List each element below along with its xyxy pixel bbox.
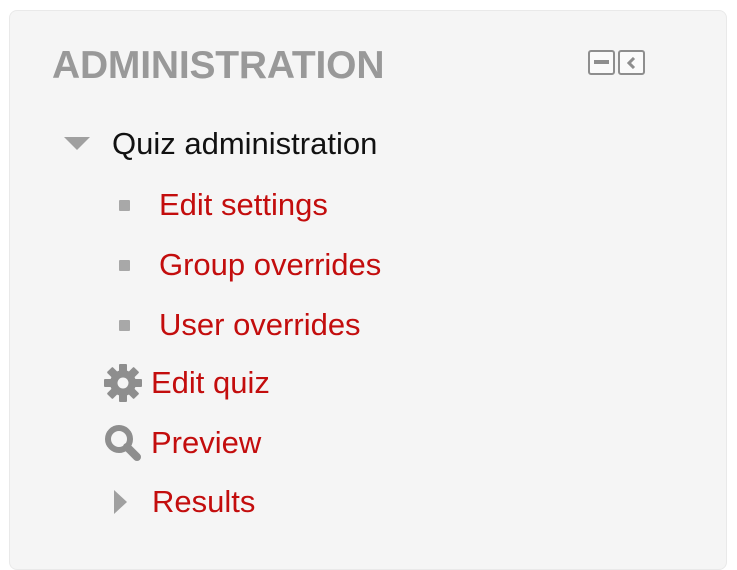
results-link[interactable]: Results (152, 478, 255, 526)
dock-block-button[interactable] (618, 50, 645, 75)
user-overrides-link[interactable]: User overrides (159, 301, 361, 349)
group-overrides-link[interactable]: Group overrides (159, 241, 381, 289)
edit-quiz-link[interactable]: Edit quiz (151, 359, 270, 407)
tree-node-quiz-administration[interactable]: Quiz administration (64, 120, 377, 168)
tree-item-edit-quiz[interactable]: Edit quiz (103, 359, 270, 407)
tree-item-group-overrides[interactable]: Group overrides (119, 241, 381, 289)
preview-link[interactable]: Preview (151, 419, 261, 467)
block-controls (588, 50, 645, 75)
caret-down-icon (64, 137, 90, 150)
tree-item-user-overrides[interactable]: User overrides (119, 301, 361, 349)
chevron-left-icon (626, 56, 635, 69)
caret-right-icon (114, 490, 127, 514)
bullet-icon (119, 199, 130, 211)
collapse-block-button[interactable] (588, 50, 615, 75)
bullet-icon (119, 319, 130, 331)
tree-node-label: Quiz administration (112, 126, 378, 161)
bullet-icon (119, 259, 130, 271)
block-title: ADMINISTRATION (52, 44, 385, 87)
gear-icon (104, 364, 142, 402)
magnifier-icon (105, 425, 141, 461)
tree-item-preview[interactable]: Preview (103, 419, 261, 467)
minus-icon (594, 60, 609, 64)
tree-item-edit-settings[interactable]: Edit settings (119, 181, 328, 229)
tree-node-results[interactable]: Results (114, 478, 255, 526)
edit-settings-link[interactable]: Edit settings (159, 181, 328, 229)
